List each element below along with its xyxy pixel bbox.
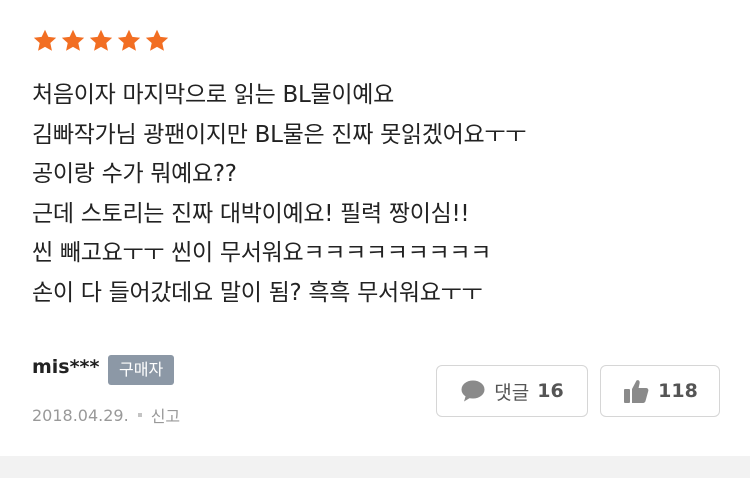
star-icon	[61, 29, 85, 51]
reviewer-name: mis***	[32, 356, 100, 378]
review-line: 근데 스토리는 진짜 대박이예요! 필력 짱이심!!	[32, 200, 470, 227]
report-link[interactable]: 신고	[151, 403, 180, 427]
review-card: 처음이자 마지막으로 읽는 BL물이예요 김빠작가님 광팬이지만 BL물은 진짜…	[0, 0, 750, 456]
review-line: 손이 다 들어갔데요 말이 됨? 흑흑 무서워요ㅜㅜ	[32, 279, 483, 306]
thumbs-up-icon	[624, 380, 649, 403]
buyer-badge: 구매자	[108, 355, 175, 385]
review-meta: 2018.04.29. 신고	[32, 403, 180, 427]
review-line: 씬 빼고요ㅜㅜ 씬이 무서워요ㅋㅋㅋㅋㅋㅋㅋㅋㅋ	[32, 240, 492, 266]
like-count: 118	[658, 380, 698, 402]
review-line: 처음이자 마지막으로 읽는 BL물이예요	[32, 82, 394, 108]
star-rating	[32, 28, 170, 54]
star-icon	[145, 29, 169, 51]
review-date: 2018.04.29.	[32, 405, 129, 425]
star-icon	[89, 29, 113, 51]
speech-bubble-icon	[461, 380, 485, 402]
separator-dot	[137, 413, 142, 417]
comment-button[interactable]: 댓글 16	[436, 365, 588, 417]
comment-label: 댓글	[494, 381, 530, 404]
star-icon	[33, 29, 57, 51]
review-line: 공이랑 수가 뭐예요??	[32, 161, 237, 187]
review-text: 처음이자 마지막으로 읽는 BL물이예요 김빠작가님 광팬이지만 BL물은 진짜…	[32, 76, 732, 313]
section-divider	[0, 456, 750, 478]
star-icon	[117, 29, 141, 51]
review-line: 김빠작가님 광팬이지만 BL물은 진짜 못읽겠어요ㅜㅜ	[32, 121, 527, 148]
comment-count: 16	[537, 380, 564, 402]
like-button[interactable]: 118	[600, 365, 720, 417]
